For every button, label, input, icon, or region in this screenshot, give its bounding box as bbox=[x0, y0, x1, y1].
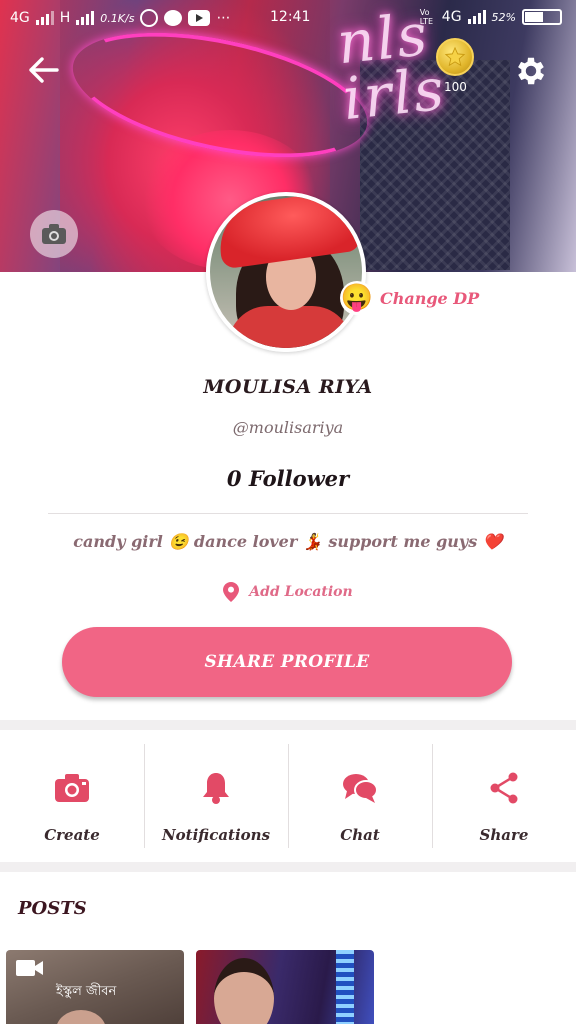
youtube-icon bbox=[188, 10, 211, 26]
signal-icon-3 bbox=[467, 10, 486, 24]
add-location-label: Add Location bbox=[249, 584, 353, 600]
chat-button[interactable]: Chat bbox=[288, 732, 432, 860]
network-type-label: 4G bbox=[10, 10, 30, 26]
chat-bubbles-icon bbox=[340, 768, 380, 808]
back-button[interactable] bbox=[22, 50, 66, 90]
notifications-label: Notifications bbox=[161, 826, 271, 844]
posts-heading: POSTS bbox=[18, 898, 87, 919]
star-icon bbox=[444, 46, 466, 67]
change-cover-button[interactable] bbox=[30, 210, 78, 258]
share-label: Share bbox=[479, 826, 529, 844]
tongue-emoji-icon: 😛 bbox=[340, 281, 374, 315]
change-dp-label: Change DP bbox=[380, 288, 480, 308]
post-thumbnail[interactable]: ইস্কুল জীবন bbox=[6, 950, 184, 1024]
whatsapp-icon bbox=[140, 9, 159, 27]
create-label: Create bbox=[44, 826, 100, 844]
chat-notification-icon bbox=[164, 10, 183, 26]
section-separator bbox=[0, 862, 576, 872]
location-pin-icon bbox=[223, 582, 240, 602]
volte-label: Vo LTE bbox=[419, 8, 434, 26]
medal-badge[interactable] bbox=[436, 38, 474, 76]
create-button[interactable]: Create bbox=[0, 732, 144, 860]
network-right-label: 4G bbox=[441, 9, 462, 25]
profile-screen: nls irls 4G H 0.1K/s ⋯ 12:41 Vo LTE 4G 5… bbox=[0, 0, 576, 1024]
video-camera-icon bbox=[16, 960, 43, 976]
clock: 12:41 bbox=[270, 9, 311, 25]
camera-icon bbox=[52, 768, 92, 808]
section-separator bbox=[0, 720, 576, 730]
share-button[interactable]: Share bbox=[432, 732, 576, 860]
post-thumbnail[interactable] bbox=[196, 950, 374, 1024]
data-speed: 0.1K/s bbox=[100, 11, 135, 25]
profile-username: @moulisariya bbox=[232, 418, 344, 437]
arrow-left-icon bbox=[29, 57, 59, 83]
add-location-button[interactable]: Add Location bbox=[0, 582, 576, 602]
battery-icon bbox=[522, 9, 562, 25]
share-profile-button[interactable]: SHARE PROFILE bbox=[62, 627, 512, 697]
profile-name: MOULISA RIYA bbox=[203, 376, 373, 398]
post-caption: ইস্কুল জীবন bbox=[56, 984, 117, 999]
action-bar: Create Notifications Chat Share bbox=[0, 732, 576, 860]
battery-percent: 52% bbox=[491, 10, 516, 24]
bell-icon bbox=[196, 768, 236, 808]
status-bar: 4G H 0.1K/s ⋯ 12:41 Vo LTE 4G 52% bbox=[0, 0, 576, 36]
network-h-label: H bbox=[59, 10, 71, 26]
share-icon bbox=[484, 768, 524, 808]
profile-bio: candy girl 😉 dance lover 💃 support me gu… bbox=[73, 532, 503, 551]
divider bbox=[48, 513, 528, 514]
notifications-button[interactable]: Notifications bbox=[144, 732, 288, 860]
change-dp-button[interactable]: 😛 Change DP bbox=[340, 281, 479, 315]
camera-icon bbox=[42, 224, 66, 244]
profile-avatar[interactable] bbox=[206, 192, 366, 352]
follower-count[interactable]: 0 Follower bbox=[0, 466, 576, 491]
chat-label: Chat bbox=[340, 826, 380, 844]
medal-count: 100 bbox=[444, 80, 467, 94]
settings-button[interactable] bbox=[508, 48, 554, 94]
signal-icon bbox=[35, 11, 54, 25]
more-notifications-icon: ⋯ bbox=[216, 10, 231, 26]
signal-icon-2 bbox=[76, 11, 95, 25]
gear-icon bbox=[518, 57, 545, 85]
